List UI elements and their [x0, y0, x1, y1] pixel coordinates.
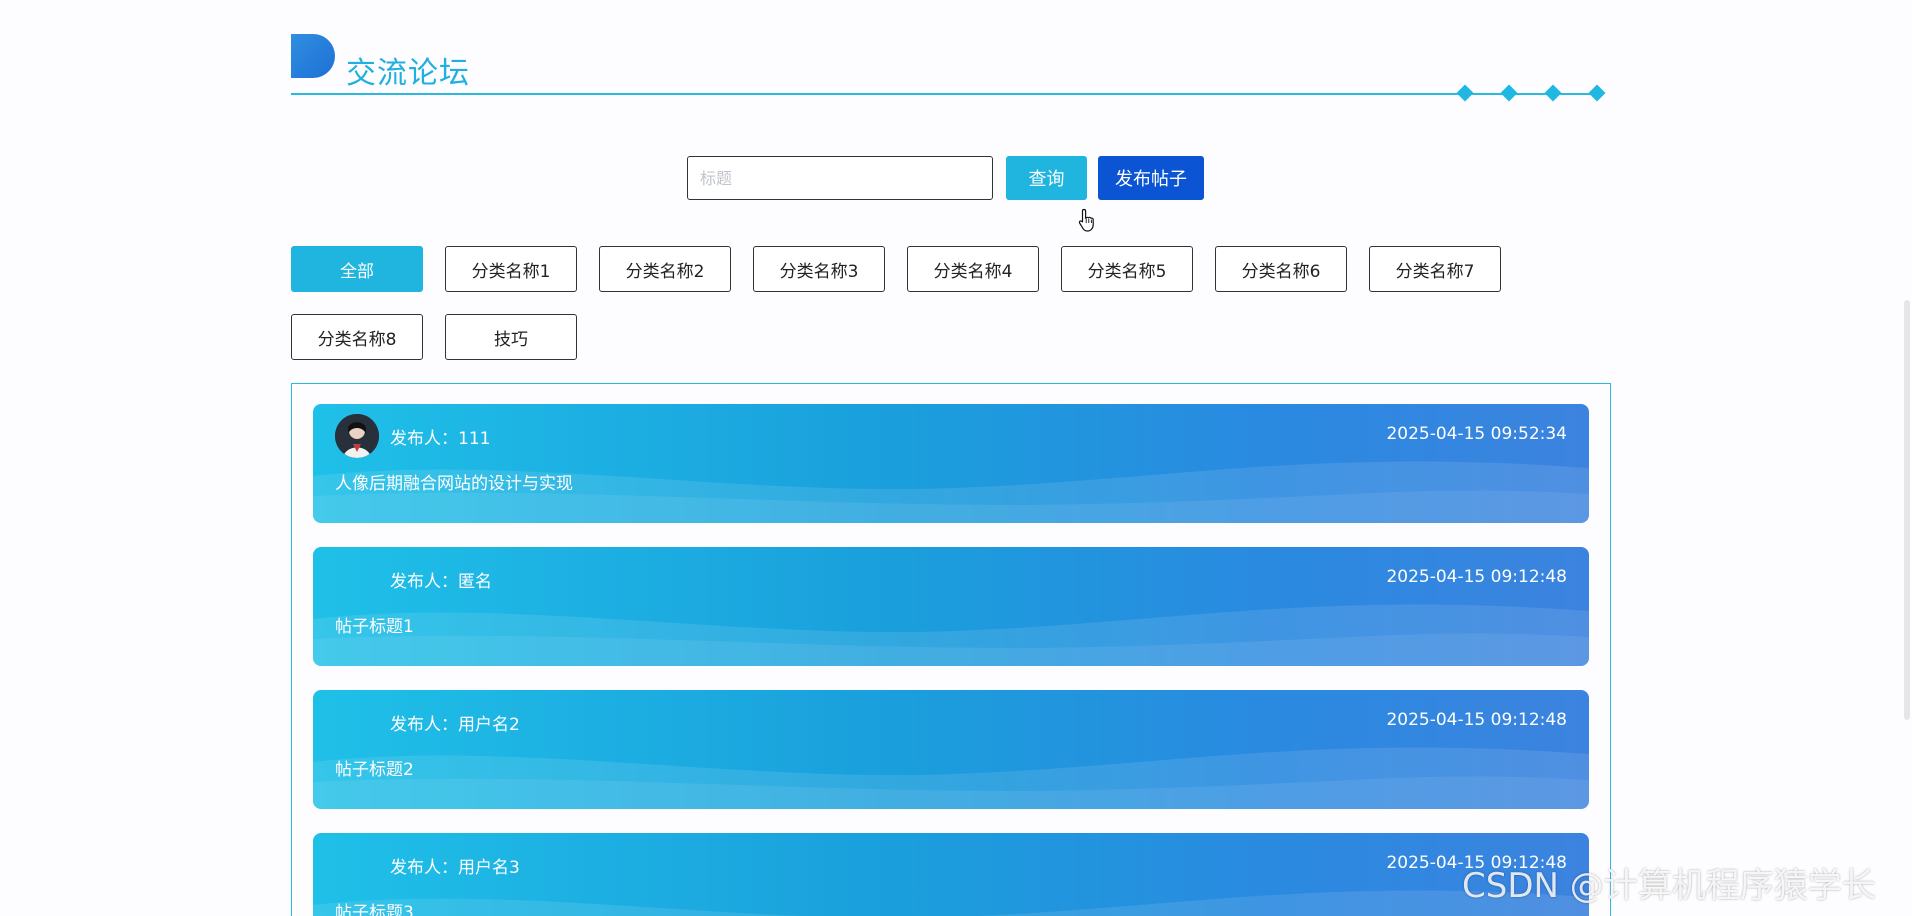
hand-pointer-icon — [1078, 208, 1094, 232]
category-button[interactable]: 分类名称3 — [753, 246, 885, 292]
category-button[interactable]: 分类名称5 — [1061, 246, 1193, 292]
query-button[interactable]: 查询 — [1006, 156, 1087, 200]
category-button[interactable]: 分类名称8 — [291, 314, 423, 360]
header-badge-icon — [291, 34, 335, 78]
category-button[interactable]: 分类名称2 — [599, 246, 731, 292]
page-title: 交流论坛 — [346, 56, 470, 91]
post-title: 人像后期融合网站的设计与实现 — [335, 474, 573, 494]
post-author: 发布人：111 — [390, 429, 491, 449]
post-author: 发布人：匿名 — [390, 572, 492, 592]
diamond-icon — [1456, 84, 1474, 102]
post-card[interactable]: 发布人：匿名 2025-04-15 09:12:48 帖子标题1 — [313, 547, 1589, 666]
card-wave-decoration — [313, 461, 1589, 523]
watermark-text: CSDN @计算机程序猿学长 — [1462, 866, 1876, 906]
card-wave-decoration — [313, 604, 1589, 666]
category-all-button[interactable]: 全部 — [291, 246, 423, 292]
post-author: 发布人：用户名2 — [390, 715, 520, 735]
diamond-icon — [1544, 84, 1562, 102]
category-button[interactable]: 分类名称4 — [907, 246, 1039, 292]
section-header: 交流论坛 — [291, 34, 1606, 104]
post-time: 2025-04-15 09:12:48 — [1386, 710, 1567, 730]
post-title: 帖子标题3 — [335, 903, 414, 916]
post-card[interactable]: 发布人：用户名3 2025-04-15 09:12:48 帖子标题3 — [313, 833, 1589, 916]
avatar — [335, 414, 379, 458]
post-title: 帖子标题2 — [335, 760, 414, 780]
search-input[interactable] — [687, 156, 993, 200]
post-title: 帖子标题1 — [335, 617, 414, 637]
post-card[interactable]: 发布人：111 2025-04-15 09:52:34 人像后期融合网站的设计与… — [313, 404, 1589, 523]
card-wave-decoration — [313, 747, 1589, 809]
category-button[interactable]: 技巧 — [445, 314, 577, 360]
category-button[interactable]: 分类名称7 — [1369, 246, 1501, 292]
post-author: 发布人：用户名3 — [390, 858, 520, 878]
category-button[interactable]: 分类名称6 — [1215, 246, 1347, 292]
publish-post-button[interactable]: 发布帖子 — [1098, 156, 1204, 200]
header-divider — [291, 93, 1601, 95]
post-card[interactable]: 发布人：用户名2 2025-04-15 09:12:48 帖子标题2 — [313, 690, 1589, 809]
page-scrollbar[interactable] — [1904, 300, 1910, 720]
post-time: 2025-04-15 09:12:48 — [1386, 567, 1567, 587]
diamond-icon — [1588, 84, 1606, 102]
category-button[interactable]: 分类名称1 — [445, 246, 577, 292]
forum-page: 交流论坛 查询 发布帖子 全部 分类名称1 分类名称2 分类名称3 分类名称4 … — [0, 0, 1912, 916]
diamond-icon — [1500, 84, 1518, 102]
post-time: 2025-04-15 09:52:34 — [1386, 424, 1567, 444]
